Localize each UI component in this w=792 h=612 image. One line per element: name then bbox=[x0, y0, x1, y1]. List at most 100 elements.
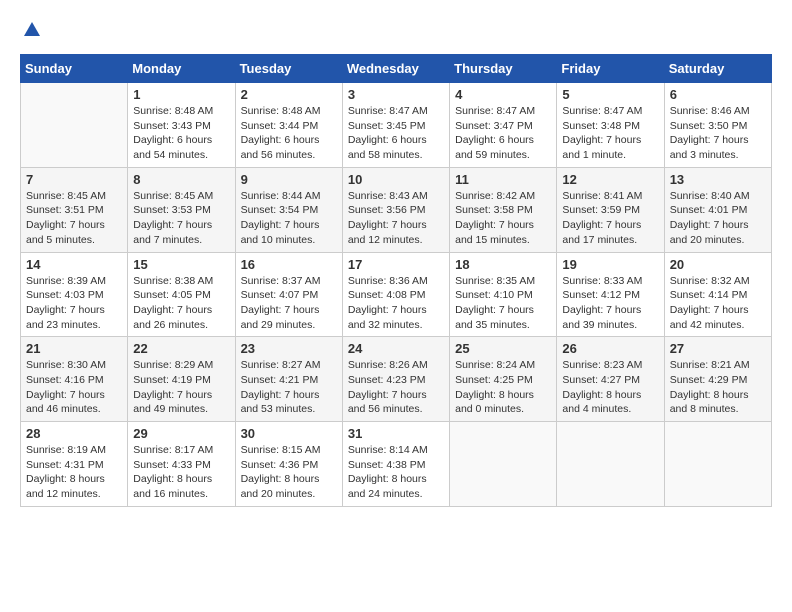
daylight-text: Daylight: 7 hours and 15 minutes. bbox=[455, 218, 551, 247]
daylight-text: Daylight: 8 hours and 24 minutes. bbox=[348, 472, 444, 501]
day-number: 15 bbox=[133, 257, 229, 272]
sunset-text: Sunset: 3:53 PM bbox=[133, 203, 229, 218]
calendar-cell: 5 Sunrise: 8:47 AM Sunset: 3:48 PM Dayli… bbox=[557, 83, 664, 168]
daylight-text: Daylight: 7 hours and 20 minutes. bbox=[670, 218, 766, 247]
day-number: 29 bbox=[133, 426, 229, 441]
day-number: 25 bbox=[455, 341, 551, 356]
calendar-cell bbox=[664, 422, 771, 507]
day-info: Sunrise: 8:32 AM Sunset: 4:14 PM Dayligh… bbox=[670, 274, 766, 333]
day-number: 16 bbox=[241, 257, 337, 272]
daylight-text: Daylight: 8 hours and 16 minutes. bbox=[133, 472, 229, 501]
calendar-cell bbox=[450, 422, 557, 507]
sunset-text: Sunset: 4:33 PM bbox=[133, 458, 229, 473]
calendar-cell: 26 Sunrise: 8:23 AM Sunset: 4:27 PM Dayl… bbox=[557, 337, 664, 422]
day-info: Sunrise: 8:42 AM Sunset: 3:58 PM Dayligh… bbox=[455, 189, 551, 248]
sunrise-text: Sunrise: 8:19 AM bbox=[26, 443, 122, 458]
day-number: 28 bbox=[26, 426, 122, 441]
calendar-cell: 15 Sunrise: 8:38 AM Sunset: 4:05 PM Dayl… bbox=[128, 252, 235, 337]
day-number: 19 bbox=[562, 257, 658, 272]
day-number: 10 bbox=[348, 172, 444, 187]
day-number: 21 bbox=[26, 341, 122, 356]
calendar-cell: 27 Sunrise: 8:21 AM Sunset: 4:29 PM Dayl… bbox=[664, 337, 771, 422]
day-info: Sunrise: 8:39 AM Sunset: 4:03 PM Dayligh… bbox=[26, 274, 122, 333]
calendar-cell: 3 Sunrise: 8:47 AM Sunset: 3:45 PM Dayli… bbox=[342, 83, 449, 168]
calendar-table: SundayMondayTuesdayWednesdayThursdayFrid… bbox=[20, 54, 772, 507]
sunrise-text: Sunrise: 8:45 AM bbox=[133, 189, 229, 204]
calendar-cell: 1 Sunrise: 8:48 AM Sunset: 3:43 PM Dayli… bbox=[128, 83, 235, 168]
sunset-text: Sunset: 4:38 PM bbox=[348, 458, 444, 473]
day-info: Sunrise: 8:26 AM Sunset: 4:23 PM Dayligh… bbox=[348, 358, 444, 417]
sunset-text: Sunset: 4:01 PM bbox=[670, 203, 766, 218]
sunrise-text: Sunrise: 8:26 AM bbox=[348, 358, 444, 373]
sunrise-text: Sunrise: 8:21 AM bbox=[670, 358, 766, 373]
sunset-text: Sunset: 4:14 PM bbox=[670, 288, 766, 303]
daylight-text: Daylight: 7 hours and 1 minute. bbox=[562, 133, 658, 162]
sunrise-text: Sunrise: 8:23 AM bbox=[562, 358, 658, 373]
calendar-week-row: 7 Sunrise: 8:45 AM Sunset: 3:51 PM Dayli… bbox=[21, 167, 772, 252]
calendar-cell: 10 Sunrise: 8:43 AM Sunset: 3:56 PM Dayl… bbox=[342, 167, 449, 252]
calendar-cell: 8 Sunrise: 8:45 AM Sunset: 3:53 PM Dayli… bbox=[128, 167, 235, 252]
day-info: Sunrise: 8:14 AM Sunset: 4:38 PM Dayligh… bbox=[348, 443, 444, 502]
daylight-text: Daylight: 7 hours and 26 minutes. bbox=[133, 303, 229, 332]
sunset-text: Sunset: 4:36 PM bbox=[241, 458, 337, 473]
sunrise-text: Sunrise: 8:48 AM bbox=[241, 104, 337, 119]
daylight-text: Daylight: 7 hours and 39 minutes. bbox=[562, 303, 658, 332]
sunset-text: Sunset: 4:31 PM bbox=[26, 458, 122, 473]
daylight-text: Daylight: 7 hours and 5 minutes. bbox=[26, 218, 122, 247]
day-info: Sunrise: 8:47 AM Sunset: 3:48 PM Dayligh… bbox=[562, 104, 658, 163]
daylight-text: Daylight: 8 hours and 4 minutes. bbox=[562, 388, 658, 417]
calendar-week-row: 1 Sunrise: 8:48 AM Sunset: 3:43 PM Dayli… bbox=[21, 83, 772, 168]
logo bbox=[20, 20, 40, 38]
day-info: Sunrise: 8:29 AM Sunset: 4:19 PM Dayligh… bbox=[133, 358, 229, 417]
daylight-text: Daylight: 6 hours and 59 minutes. bbox=[455, 133, 551, 162]
calendar-cell: 19 Sunrise: 8:33 AM Sunset: 4:12 PM Dayl… bbox=[557, 252, 664, 337]
logo-icon bbox=[22, 20, 40, 38]
weekday-header: Saturday bbox=[664, 55, 771, 83]
daylight-text: Daylight: 7 hours and 46 minutes. bbox=[26, 388, 122, 417]
sunset-text: Sunset: 4:25 PM bbox=[455, 373, 551, 388]
sunrise-text: Sunrise: 8:46 AM bbox=[670, 104, 766, 119]
sunset-text: Sunset: 4:21 PM bbox=[241, 373, 337, 388]
daylight-text: Daylight: 7 hours and 56 minutes. bbox=[348, 388, 444, 417]
sunset-text: Sunset: 4:27 PM bbox=[562, 373, 658, 388]
day-info: Sunrise: 8:36 AM Sunset: 4:08 PM Dayligh… bbox=[348, 274, 444, 333]
sunset-text: Sunset: 3:44 PM bbox=[241, 119, 337, 134]
day-info: Sunrise: 8:17 AM Sunset: 4:33 PM Dayligh… bbox=[133, 443, 229, 502]
day-number: 12 bbox=[562, 172, 658, 187]
calendar-cell: 18 Sunrise: 8:35 AM Sunset: 4:10 PM Dayl… bbox=[450, 252, 557, 337]
sunset-text: Sunset: 4:08 PM bbox=[348, 288, 444, 303]
daylight-text: Daylight: 7 hours and 32 minutes. bbox=[348, 303, 444, 332]
weekday-header: Monday bbox=[128, 55, 235, 83]
daylight-text: Daylight: 7 hours and 53 minutes. bbox=[241, 388, 337, 417]
sunset-text: Sunset: 3:59 PM bbox=[562, 203, 658, 218]
weekday-header: Thursday bbox=[450, 55, 557, 83]
day-info: Sunrise: 8:45 AM Sunset: 3:51 PM Dayligh… bbox=[26, 189, 122, 248]
sunset-text: Sunset: 4:12 PM bbox=[562, 288, 658, 303]
day-info: Sunrise: 8:30 AM Sunset: 4:16 PM Dayligh… bbox=[26, 358, 122, 417]
daylight-text: Daylight: 7 hours and 23 minutes. bbox=[26, 303, 122, 332]
daylight-text: Daylight: 7 hours and 10 minutes. bbox=[241, 218, 337, 247]
sunrise-text: Sunrise: 8:38 AM bbox=[133, 274, 229, 289]
sunrise-text: Sunrise: 8:39 AM bbox=[26, 274, 122, 289]
sunset-text: Sunset: 3:50 PM bbox=[670, 119, 766, 134]
calendar-cell: 7 Sunrise: 8:45 AM Sunset: 3:51 PM Dayli… bbox=[21, 167, 128, 252]
calendar-cell: 14 Sunrise: 8:39 AM Sunset: 4:03 PM Dayl… bbox=[21, 252, 128, 337]
day-number: 2 bbox=[241, 87, 337, 102]
sunrise-text: Sunrise: 8:37 AM bbox=[241, 274, 337, 289]
weekday-header: Sunday bbox=[21, 55, 128, 83]
sunset-text: Sunset: 4:19 PM bbox=[133, 373, 229, 388]
day-number: 3 bbox=[348, 87, 444, 102]
daylight-text: Daylight: 7 hours and 7 minutes. bbox=[133, 218, 229, 247]
day-number: 5 bbox=[562, 87, 658, 102]
calendar-cell: 31 Sunrise: 8:14 AM Sunset: 4:38 PM Dayl… bbox=[342, 422, 449, 507]
day-info: Sunrise: 8:35 AM Sunset: 4:10 PM Dayligh… bbox=[455, 274, 551, 333]
sunrise-text: Sunrise: 8:14 AM bbox=[348, 443, 444, 458]
day-info: Sunrise: 8:24 AM Sunset: 4:25 PM Dayligh… bbox=[455, 358, 551, 417]
day-number: 26 bbox=[562, 341, 658, 356]
sunrise-text: Sunrise: 8:40 AM bbox=[670, 189, 766, 204]
day-info: Sunrise: 8:27 AM Sunset: 4:21 PM Dayligh… bbox=[241, 358, 337, 417]
day-number: 20 bbox=[670, 257, 766, 272]
weekday-header: Friday bbox=[557, 55, 664, 83]
calendar-cell: 25 Sunrise: 8:24 AM Sunset: 4:25 PM Dayl… bbox=[450, 337, 557, 422]
calendar-cell: 17 Sunrise: 8:36 AM Sunset: 4:08 PM Dayl… bbox=[342, 252, 449, 337]
